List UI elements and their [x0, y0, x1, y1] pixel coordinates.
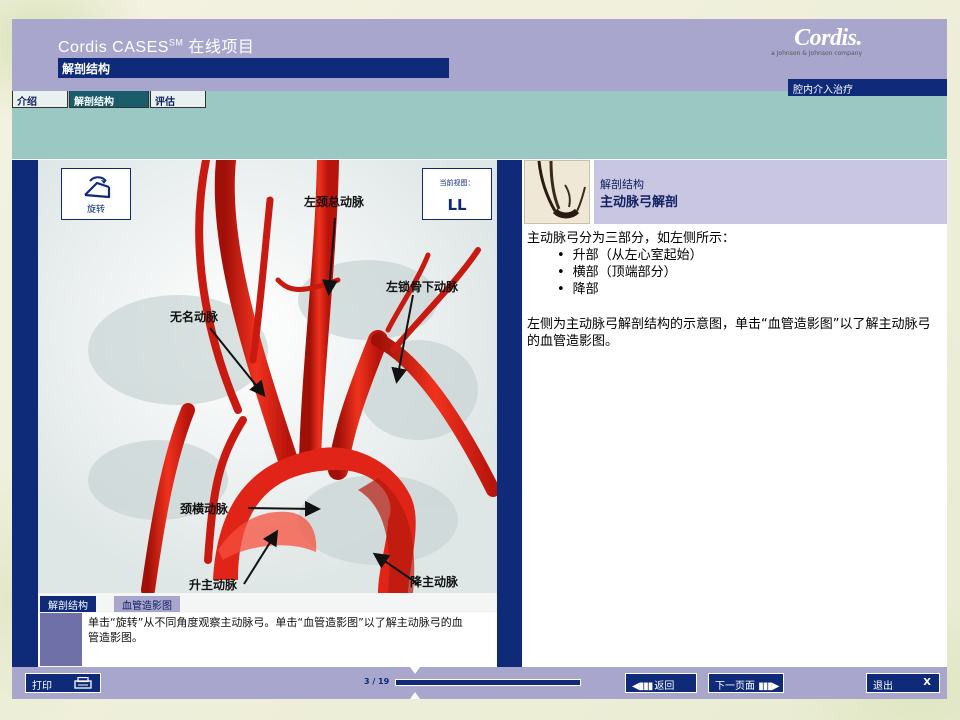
topic-category: 解剖结构 [600, 178, 644, 191]
exit-button[interactable]: 退出 X [866, 673, 940, 693]
exit-label: 退出 [873, 681, 893, 692]
current-view-caption: 当前视图： [439, 179, 475, 187]
list-item: 升部（从左心室起始） [557, 247, 939, 264]
print-button[interactable]: 打印 [25, 673, 101, 693]
content-intro: 主动脉弓分为三部分，如左侧所示： [527, 231, 736, 246]
exit-x-icon: X [923, 677, 931, 688]
next-arrow-icon: ▮▮▮▶ [758, 681, 779, 692]
section-title: 解剖结构 [58, 58, 449, 78]
list-item: 降部 [557, 281, 939, 298]
tab-intro[interactable]: 介绍 [12, 91, 68, 108]
printer-icon [74, 677, 92, 689]
progress-track[interactable] [395, 679, 581, 686]
progress-handle[interactable] [410, 667, 421, 699]
caption-swatch [40, 613, 82, 666]
label-ascending-aorta: 升主动脉 [189, 578, 238, 592]
brand-logo: Cordis. a Johnson & Johnson company [771, 25, 862, 57]
current-view-box: 当前视图： LL [422, 168, 492, 220]
label-left-subclavian: 左锁骨下动脉 [386, 280, 459, 294]
current-view-value: LL [447, 196, 467, 214]
rotate-label: 旋转 [86, 205, 105, 215]
next-button[interactable]: 下一页面 ▮▮▮▶ [708, 673, 784, 693]
tab-band: 介绍 解剖结构 评估 [12, 91, 947, 159]
viewer-subtabs: 解剖结构 血管造影图 [38, 593, 497, 613]
label-descending-aorta: 降主动脉 [410, 575, 459, 589]
caption-text: 单击“旋转”从不同角度观察主动脉弓。单击“血管造影图”以了解主动脉弓的血管造影图… [88, 616, 463, 644]
back-button[interactable]: ◀▮▮▮ 返回 [625, 673, 697, 693]
subtab-angiogram[interactable]: 血管造影图 [114, 596, 180, 612]
caption-area: 单击“旋转”从不同角度观察主动脉弓。单击“血管造影图”以了解主动脉弓的血管造影图… [38, 613, 497, 667]
label-transverse-arch: 颈横动脉 [180, 502, 229, 516]
content-paragraph: 左侧为主动脉弓解剖结构的示意图，单击“血管造影图”以了解主动脉弓的血管造影图。 [527, 317, 931, 349]
aortic-arch-illustration [38, 160, 497, 593]
rotate-icon [84, 176, 111, 199]
label-left-common-carotid: 左颈总动脉 [304, 195, 365, 209]
back-arrow-icon: ◀▮▮▮ [632, 681, 655, 692]
left-panel: 旋转 当前视图： LL 左颈总动脉 左锁骨下动脉 无名动脉 颈横动脉 升主动脉 … [12, 160, 522, 667]
tagline: 腔内介入治疗 [788, 79, 947, 96]
back-label: 返回 [654, 681, 675, 692]
next-label: 下一页面 [715, 681, 755, 692]
topic-thumbnail [524, 160, 590, 224]
tab-anatomy[interactable]: 解剖结构 [69, 91, 149, 108]
content-body: 主动脉弓分为三部分，如左侧所示： 升部（从左心室起始） 横部（顶端部分） 降部 … [527, 230, 939, 350]
bottom-navbar: 打印 3 / 19 ◀▮▮▮ 返回 下一页面 ▮▮▮▶ 退出 X [12, 667, 947, 699]
page-indicator: 3 / 19 [364, 677, 390, 686]
subtab-anatomy[interactable]: 解剖结构 [40, 596, 96, 612]
print-label: 打印 [32, 681, 52, 692]
label-innominate: 无名动脉 [170, 310, 219, 324]
anatomy-viewer: 旋转 当前视图： LL 左颈总动脉 左锁骨下动脉 无名动脉 颈横动脉 升主动脉 … [38, 160, 497, 667]
app-title: Cordis CASESSM 在线项目 [58, 37, 255, 56]
topic-header: 解剖结构 主动脉弓解剖 [594, 160, 947, 224]
rotate-button[interactable]: 旋转 [61, 168, 131, 220]
tab-assessment[interactable]: 评估 [150, 91, 206, 108]
right-panel: 解剖结构 主动脉弓解剖 主动脉弓分为三部分，如左侧所示： 升部（从左心室起始） … [522, 160, 947, 667]
content-bullets: 升部（从左心室起始） 横部（顶端部分） 降部 [557, 247, 939, 298]
list-item: 横部（顶端部分） [557, 264, 939, 281]
topic-title: 主动脉弓解剖 [600, 195, 679, 210]
app-window: Cordis CASESSM 在线项目 解剖结构 Cordis. a Johns… [12, 19, 947, 699]
angiogram-thumbnail-image [537, 161, 586, 219]
